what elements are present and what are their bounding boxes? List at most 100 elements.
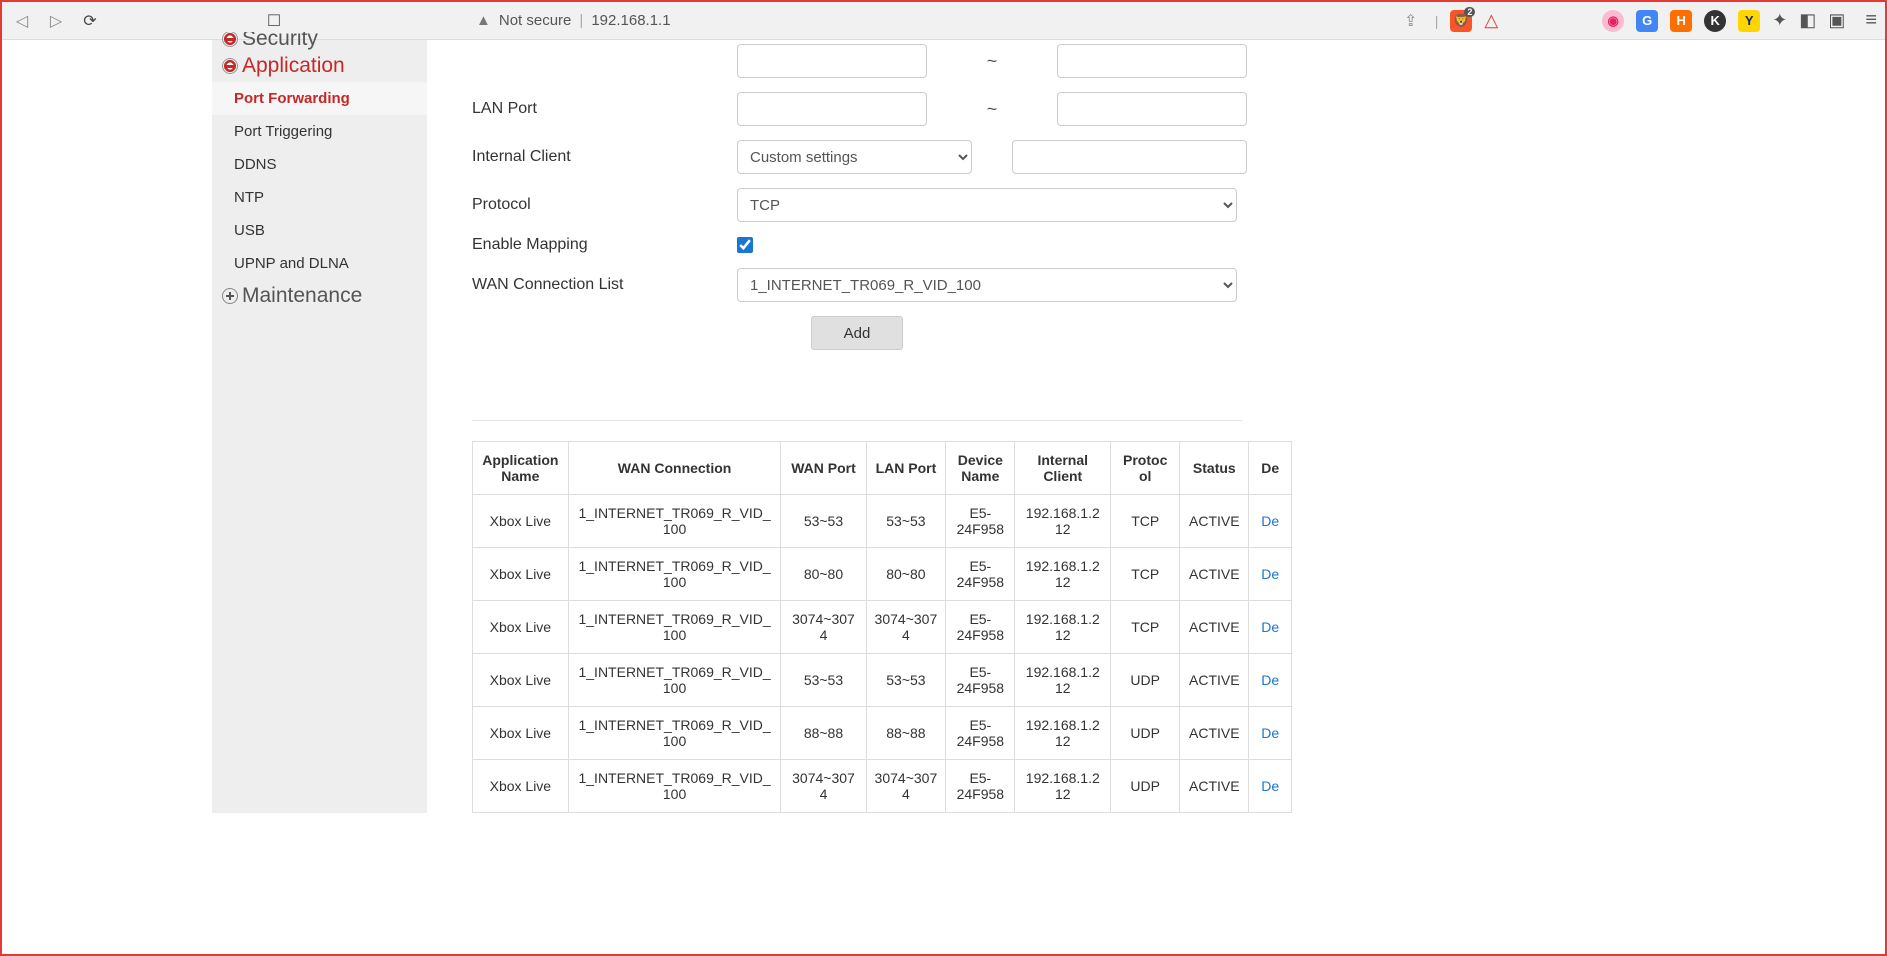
protocol-select[interactable]: TCP xyxy=(737,188,1237,222)
cell-app: Xbox Live xyxy=(473,495,569,548)
menu-icon[interactable]: ≡ xyxy=(1865,9,1877,32)
sidebar-maintenance-label: Maintenance xyxy=(242,284,362,308)
enable-mapping-label: Enable Mapping xyxy=(472,236,737,254)
sidebar-section-maintenance[interactable]: Maintenance xyxy=(212,280,427,312)
cell-app: Xbox Live xyxy=(473,601,569,654)
cell-wan: 1_INTERNET_TR069_R_VID_100 xyxy=(568,601,781,654)
extension-icon-1[interactable]: ◉ xyxy=(1602,10,1624,32)
lan-port-label: LAN Port xyxy=(472,100,737,118)
table-row: Xbox Live1_INTERNET_TR069_R_VID_10088~88… xyxy=(473,707,1292,760)
cell-delete[interactable]: De xyxy=(1249,548,1292,601)
table-header-row: Application Name WAN Connection WAN Port… xyxy=(473,442,1292,495)
cell-wan: 1_INTERNET_TR069_R_VID_100 xyxy=(568,707,781,760)
cell-protocol: TCP xyxy=(1111,601,1180,654)
th-device-name: Device Name xyxy=(946,442,1015,495)
cell-wan-port: 80~80 xyxy=(781,548,866,601)
extension-icon-h[interactable]: H xyxy=(1670,10,1692,32)
cell-status: ACTIVE xyxy=(1180,601,1249,654)
sidebar-item-upnp-dlna[interactable]: UPNP and DLNA xyxy=(212,247,427,280)
cell-wan-port: 53~53 xyxy=(781,495,866,548)
forward-button[interactable]: ▷ xyxy=(44,9,68,33)
sidebar-section-application[interactable]: Application xyxy=(212,50,427,82)
cell-delete[interactable]: De xyxy=(1249,601,1292,654)
th-status: Status xyxy=(1180,442,1249,495)
cell-wan-port: 88~88 xyxy=(781,707,866,760)
cell-internal-client: 192.168.1.212 xyxy=(1015,707,1111,760)
cell-lan-port: 88~88 xyxy=(866,707,946,760)
internal-client-input[interactable] xyxy=(1012,140,1247,174)
th-wan-connection: WAN Connection xyxy=(568,442,781,495)
cell-wan: 1_INTERNET_TR069_R_VID_100 xyxy=(568,495,781,548)
th-wan-port: WAN Port xyxy=(781,442,866,495)
protocol-label: Protocol xyxy=(472,196,737,214)
address-bar[interactable]: ▲ Not secure | 192.168.1.1 xyxy=(476,12,671,29)
collapse-icon xyxy=(222,58,238,74)
insecure-icon: ▲ xyxy=(476,12,491,29)
wan-connection-select[interactable]: 1_INTERNET_TR069_R_VID_100 xyxy=(737,268,1237,302)
cell-lan-port: 3074~3074 xyxy=(866,601,946,654)
sidebar-item-usb[interactable]: USB xyxy=(212,214,427,247)
internal-client-select[interactable]: Custom settings xyxy=(737,140,972,174)
back-button[interactable]: ◁ xyxy=(10,9,34,33)
sidebar-section-security[interactable]: Security xyxy=(212,32,427,50)
extension-icon-y[interactable]: Y xyxy=(1738,10,1760,32)
cell-status: ACTIVE xyxy=(1180,707,1249,760)
collapse-icon xyxy=(222,32,238,47)
cell-wan-port: 3074~3074 xyxy=(781,760,866,813)
cell-protocol: TCP xyxy=(1111,548,1180,601)
cell-status: ACTIVE xyxy=(1180,760,1249,813)
cell-app: Xbox Live xyxy=(473,707,569,760)
google-translate-icon[interactable]: G xyxy=(1636,10,1658,32)
cell-internal-client: 192.168.1.212 xyxy=(1015,601,1111,654)
add-button[interactable]: Add xyxy=(811,316,903,350)
sidepanel-icon[interactable]: ◧ xyxy=(1799,10,1816,31)
cell-wan-port: 3074~3074 xyxy=(781,601,866,654)
range-tilde: ~ xyxy=(937,51,1047,72)
wan-port-start-input[interactable] xyxy=(737,44,927,78)
cell-protocol: TCP xyxy=(1111,495,1180,548)
share-icon[interactable]: ⇪ xyxy=(1399,9,1423,33)
th-application-name: Application Name xyxy=(473,442,569,495)
sidebar-item-ddns[interactable]: DDNS xyxy=(212,148,427,181)
cell-status: ACTIVE xyxy=(1180,654,1249,707)
lan-port-end-input[interactable] xyxy=(1057,92,1247,126)
enable-mapping-checkbox[interactable] xyxy=(737,237,753,253)
extensions-icon[interactable]: ✦ xyxy=(1772,10,1787,31)
cell-device: E5-24F958 xyxy=(946,495,1015,548)
cell-lan-port: 3074~3074 xyxy=(866,760,946,813)
cell-app: Xbox Live xyxy=(473,654,569,707)
cell-delete[interactable]: De xyxy=(1249,495,1292,548)
cell-protocol: UDP xyxy=(1111,760,1180,813)
main-content: ~ LAN Port ~ Internal Client Custom sett… xyxy=(427,40,1547,813)
wan-port-end-input[interactable] xyxy=(1057,44,1247,78)
cell-lan-port: 53~53 xyxy=(866,654,946,707)
lan-port-start-input[interactable] xyxy=(737,92,927,126)
cell-wan: 1_INTERNET_TR069_R_VID_100 xyxy=(568,760,781,813)
table-row: Xbox Live1_INTERNET_TR069_R_VID_10080~80… xyxy=(473,548,1292,601)
icon-separator: | xyxy=(1435,13,1439,29)
th-internal-client: Internal Client xyxy=(1015,442,1111,495)
internal-client-label: Internal Client xyxy=(472,148,737,166)
extension-icon-k[interactable]: K xyxy=(1704,10,1726,32)
cell-protocol: UDP xyxy=(1111,654,1180,707)
cell-delete[interactable]: De xyxy=(1249,760,1292,813)
cell-delete[interactable]: De xyxy=(1249,707,1292,760)
sidebar-item-port-triggering[interactable]: Port Triggering xyxy=(212,115,427,148)
brave-shield-icon[interactable]: 🦁2 xyxy=(1450,10,1472,32)
table-row: Xbox Live1_INTERNET_TR069_R_VID_100 53~53… xyxy=(473,654,1292,707)
wallet-icon[interactable]: ▣ xyxy=(1828,10,1845,31)
cell-delete[interactable]: De xyxy=(1249,654,1292,707)
brave-triangle-icon[interactable]: △ xyxy=(1484,10,1498,31)
reload-button[interactable]: ⟳ xyxy=(78,9,102,33)
cell-lan-port: 53~53 xyxy=(866,495,946,548)
security-label: Not secure xyxy=(499,12,572,29)
th-lan-port: LAN Port xyxy=(866,442,946,495)
cell-protocol: UDP xyxy=(1111,707,1180,760)
sidebar-item-ntp[interactable]: NTP xyxy=(212,181,427,214)
sidebar: Security Application Port Forwarding Por… xyxy=(212,40,427,813)
cell-wan: 1_INTERNET_TR069_R_VID_100 xyxy=(568,654,781,707)
range-tilde: ~ xyxy=(937,99,1047,120)
th-delete: De xyxy=(1249,442,1292,495)
sidebar-item-port-forwarding[interactable]: Port Forwarding xyxy=(212,82,427,115)
bookmark-icon[interactable]: ☐ xyxy=(262,9,286,33)
